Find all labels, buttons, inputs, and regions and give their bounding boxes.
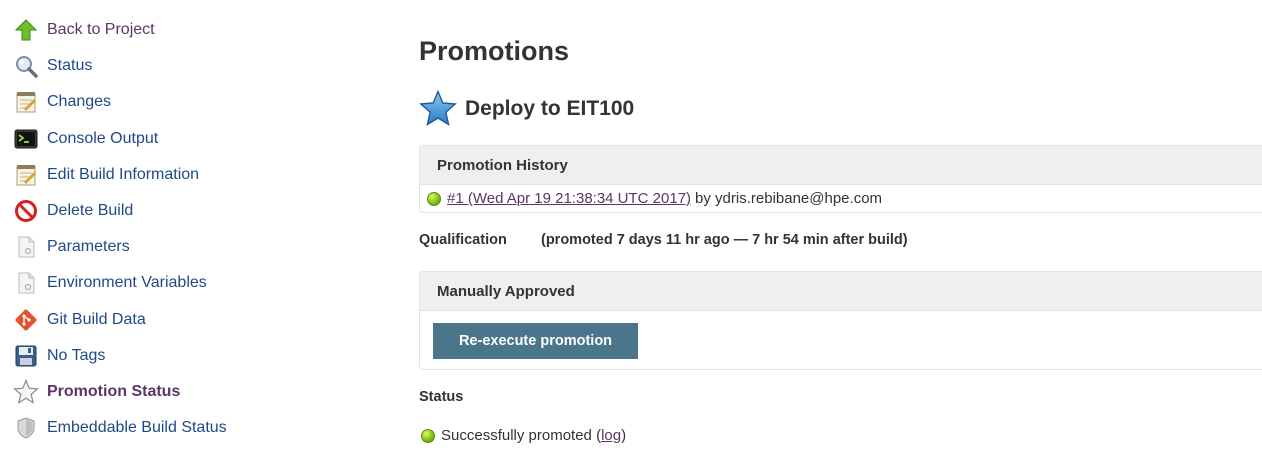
reexecute-promotion-button[interactable]: Re-execute promotion — [433, 323, 638, 359]
sidebar-item-label: Changes — [47, 93, 112, 111]
qualification-detail: (promoted 7 days 11 hr ago — 7 hr 54 min… — [541, 232, 908, 248]
sidebar-item-label: Environment Variables — [47, 274, 207, 292]
promotion-history-entry: #1 (Wed Apr 19 21:38:34 UTC 2017) by ydr… — [420, 185, 1262, 212]
notepad-edit-icon — [13, 162, 39, 188]
sidebar-item-label: Delete Build — [47, 202, 134, 220]
status-log-link[interactable]: log — [601, 427, 621, 444]
sidebar-item-label: Embeddable Build Status — [47, 419, 227, 437]
manual-approval-panel: Manually Approved Re-execute promotion — [419, 271, 1262, 370]
document-icon — [13, 234, 39, 260]
status-row: Successfully promoted (log) — [421, 427, 626, 444]
notepad-icon — [13, 89, 39, 115]
sidebar-item-label: No Tags — [47, 346, 106, 364]
promotion-history-heading: Promotion History — [420, 146, 1262, 185]
sidebar-item-label: Back to Project — [47, 21, 155, 39]
main-content: Promotions Deploy to EIT100 Promotion Hi… — [419, 0, 1262, 454]
status-heading: Status — [419, 389, 464, 405]
manual-approval-heading: Manually Approved — [420, 272, 1262, 311]
floppy-disk-icon — [13, 343, 39, 369]
sidebar-item-no-tags[interactable]: No Tags — [0, 338, 300, 374]
sidebar-item-console-output[interactable]: Console Output — [0, 121, 300, 157]
blue-star-icon — [419, 89, 457, 128]
sidebar-item-environment-variables[interactable]: Environment Variables — [0, 265, 300, 301]
promotion-history-panel: Promotion History #1 (Wed Apr 19 21:38:3… — [419, 145, 1262, 213]
success-ball-icon — [427, 191, 441, 206]
page-root: Back to Project Status Changes Console O… — [0, 0, 1262, 454]
sidebar-item-embeddable-build-status[interactable]: Embeddable Build Status — [0, 410, 300, 446]
page-title: Promotions — [419, 36, 570, 66]
promoted-by-text: by ydris.rebibane@hpe.com — [695, 190, 883, 207]
sidebar-item-status[interactable]: Status — [0, 48, 300, 84]
sidebar: Back to Project Status Changes Console O… — [0, 12, 300, 446]
sidebar-item-git-build-data[interactable]: Git Build Data — [0, 302, 300, 338]
sidebar-item-label: Promotion Status — [47, 382, 181, 400]
document-icon — [13, 270, 39, 296]
sidebar-item-changes[interactable]: Changes — [0, 84, 300, 120]
star-outline-icon — [13, 378, 39, 405]
success-ball-icon — [421, 428, 435, 443]
promotion-process-header: Deploy to EIT100 — [419, 89, 634, 129]
qualification-label: Qualification — [419, 232, 507, 248]
promotion-build-link[interactable]: #1 (Wed Apr 19 21:38:34 UTC 2017) — [447, 190, 691, 207]
qualification-row: Qualification (promoted 7 days 11 hr ago… — [419, 232, 908, 248]
sidebar-item-edit-build-information[interactable]: Edit Build Information — [0, 157, 300, 193]
up-arrow-icon — [13, 17, 39, 43]
git-icon — [13, 307, 39, 333]
shield-icon — [13, 415, 39, 441]
sidebar-item-label: Edit Build Information — [47, 165, 200, 183]
status-text: Successfully promoted ( — [441, 427, 602, 444]
sidebar-item-promotion-status[interactable]: Promotion Status — [0, 374, 300, 410]
promotion-process-title: Deploy to EIT100 — [465, 97, 635, 120]
sidebar-item-back-to-project[interactable]: Back to Project — [0, 12, 300, 48]
status-text-close: ) — [621, 427, 627, 444]
sidebar-item-delete-build[interactable]: Delete Build — [0, 193, 300, 229]
sidebar-item-parameters[interactable]: Parameters — [0, 229, 300, 265]
no-entry-icon — [13, 198, 39, 224]
sidebar-item-label: Status — [47, 57, 93, 75]
magnifier-icon — [13, 53, 39, 79]
sidebar-item-label: Console Output — [47, 129, 159, 147]
terminal-icon — [13, 126, 39, 152]
sidebar-item-label: Parameters — [47, 238, 130, 256]
sidebar-item-label: Git Build Data — [47, 310, 146, 328]
